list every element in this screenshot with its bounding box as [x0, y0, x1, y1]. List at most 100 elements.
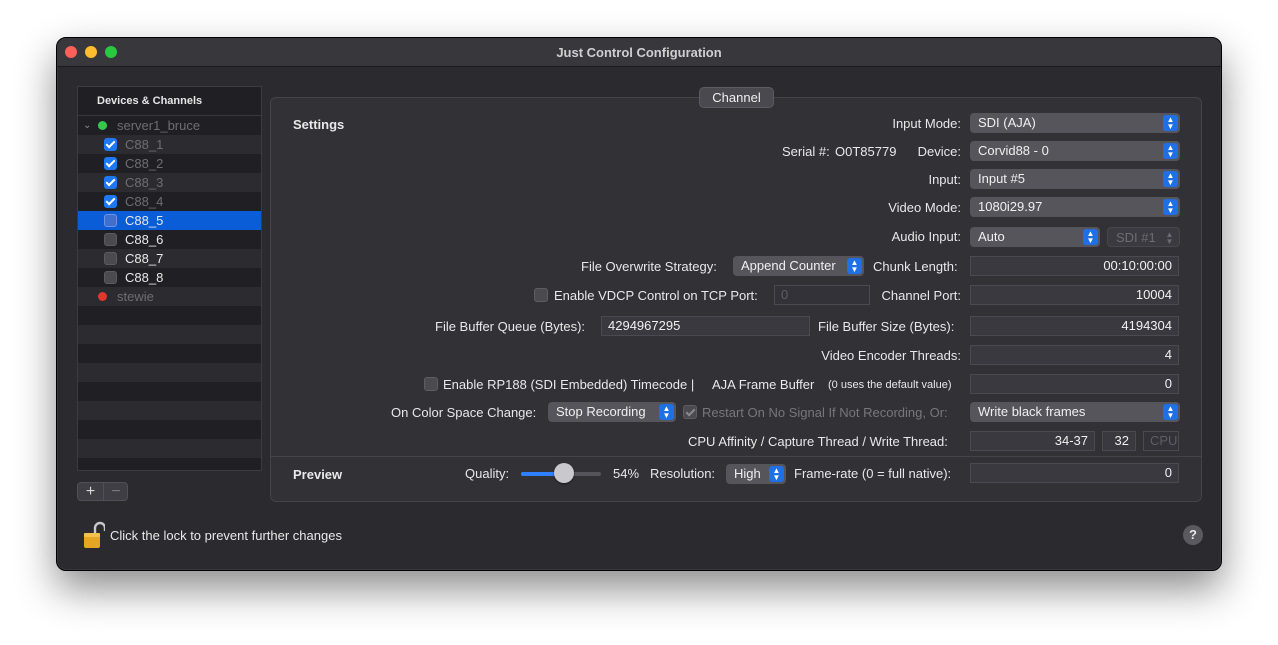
rp188-label: Enable RP188 (SDI Embedded) Timecode |	[443, 377, 695, 392]
video-mode-label: Video Mode:	[888, 200, 961, 215]
quality-value: 54%	[613, 466, 640, 481]
aja-frame-buffer-field[interactable]: 0	[970, 374, 1179, 394]
channel-enable-checkbox[interactable]	[104, 252, 117, 265]
chevron-updown-icon: ▲ ▼	[1163, 171, 1178, 187]
settings-section-title: Settings	[293, 117, 345, 132]
sidebar-item-c88-3[interactable]: C88_3	[78, 173, 261, 192]
remove-button[interactable]: −	[103, 483, 128, 500]
sidebar-item-stewie[interactable]: stewie	[78, 287, 261, 306]
empty-row	[78, 439, 261, 458]
sidebar-item-c88-2[interactable]: C88_2	[78, 154, 261, 173]
resolution-value: High	[734, 466, 761, 481]
video-mode-select[interactable]: 1080i29.97 ▲ ▼	[970, 197, 1180, 217]
write-thread-field[interactable]: CPU	[1143, 431, 1179, 451]
chevron-updown-icon: ▲ ▼	[1163, 199, 1178, 215]
capture-thread-field[interactable]: 32	[1102, 431, 1136, 451]
status-offline-icon	[98, 292, 107, 301]
lock-icon[interactable]	[83, 520, 105, 550]
chevron-down-icon[interactable]: ⌄	[83, 116, 91, 135]
video-encoder-threads-field[interactable]: 4	[970, 345, 1179, 365]
tab-channel[interactable]: Channel	[699, 87, 774, 108]
resolution-label: Resolution:	[650, 466, 716, 481]
input-mode-label: Input Mode:	[892, 116, 961, 131]
input-label: Input:	[928, 172, 961, 187]
cpu-affinity-field[interactable]: 34-37	[970, 431, 1095, 451]
channel-port-field[interactable]: 10004	[970, 285, 1179, 305]
no-signal-action-value: Write black frames	[978, 404, 1086, 419]
audio-input-label: Audio Input:	[891, 229, 961, 244]
chevron-updown-icon: ▲ ▼	[1163, 404, 1178, 420]
sidebar-item-c88-8[interactable]: C88_8	[78, 268, 261, 287]
chevron-updown-icon: ▲ ▼	[847, 258, 862, 274]
audio-input-select[interactable]: Auto ▲ ▼	[970, 227, 1100, 247]
help-button[interactable]: ?	[1183, 525, 1203, 545]
sidebar-item-c88-4[interactable]: C88_4	[78, 192, 261, 211]
cpu-affinity-label: CPU Affinity / Capture Thread / Write Th…	[688, 434, 948, 449]
color-space-select[interactable]: Stop Recording ▲ ▼	[548, 402, 676, 422]
status-online-icon	[98, 121, 107, 130]
sidebar-item-label: C88_1	[125, 137, 164, 152]
sidebar-item-server1[interactable]: ⌄ server1_bruce	[78, 116, 261, 135]
sidebar-item-c88-5[interactable]: C88_5	[78, 211, 261, 230]
empty-row	[78, 420, 261, 439]
frame-rate-field[interactable]: 0	[970, 463, 1179, 483]
sidebar-item-label: C88_8	[125, 270, 164, 285]
sidebar-item-label: C88_5	[125, 213, 164, 228]
empty-row	[78, 306, 261, 325]
sidebar-item-c88-1[interactable]: C88_1	[78, 135, 261, 154]
frame-rate-label: Frame-rate (0 = full native):	[794, 466, 952, 481]
sidebar-item-label: C88_7	[125, 251, 164, 266]
file-buffer-size-label: File Buffer Size (Bytes):	[818, 319, 955, 334]
sidebar-item-c88-7[interactable]: C88_7	[78, 249, 261, 268]
section-divider	[271, 456, 1201, 457]
preview-section-title: Preview	[293, 467, 343, 482]
vdcp-port-field[interactable]: 0	[774, 285, 870, 305]
empty-row	[78, 325, 261, 344]
lock-status-text: Click the lock to prevent further change…	[110, 528, 342, 543]
color-space-value: Stop Recording	[556, 404, 646, 419]
sidebar-item-label: C88_4	[125, 194, 164, 209]
sidebar-item-label: stewie	[117, 289, 154, 304]
devices-channels-list: Devices & Channels ⌄ server1_bruce C88_1…	[77, 86, 262, 471]
channel-enable-checkbox[interactable]	[104, 157, 117, 170]
device-select[interactable]: Corvid88 - 0 ▲ ▼	[970, 141, 1180, 161]
audio-input-value: Auto	[978, 229, 1005, 244]
file-buffer-queue-label: File Buffer Queue (Bytes):	[435, 319, 586, 334]
vdcp-checkbox[interactable]	[534, 288, 548, 302]
empty-row	[78, 363, 261, 382]
empty-row	[78, 401, 261, 420]
channel-enable-checkbox[interactable]	[104, 176, 117, 189]
input-value: Input #5	[978, 171, 1025, 186]
channel-enable-checkbox[interactable]	[104, 195, 117, 208]
add-button[interactable]: +	[78, 483, 103, 500]
resolution-select[interactable]: High ▲ ▼	[726, 464, 786, 484]
input-select[interactable]: Input #5 ▲ ▼	[970, 169, 1180, 189]
device-label: Device:	[917, 144, 961, 159]
window-title: Just Control Configuration	[556, 45, 722, 60]
channel-enable-checkbox[interactable]	[104, 214, 117, 227]
rp188-checkbox[interactable]	[424, 377, 438, 391]
file-overwrite-label: File Overwrite Strategy:	[581, 259, 717, 274]
config-window: Just Control Configuration Devices & Cha…	[56, 37, 1222, 571]
restart-no-signal-checkbox[interactable]	[683, 405, 697, 419]
file-buffer-queue-field[interactable]: 4294967295	[601, 316, 810, 336]
audio-channel-select[interactable]: SDI #1 ▲ ▼	[1107, 227, 1180, 247]
chevron-updown-icon: ▲ ▼	[1083, 229, 1098, 245]
chevron-updown-icon: ▲ ▼	[1163, 143, 1178, 159]
file-buffer-size-field[interactable]: 4194304	[970, 316, 1179, 336]
no-signal-action-select[interactable]: Write black frames ▲ ▼	[970, 402, 1180, 422]
chunk-length-field[interactable]: 00:10:00:00	[970, 256, 1179, 276]
channel-enable-checkbox[interactable]	[104, 138, 117, 151]
input-mode-select[interactable]: SDI (AJA) ▲ ▼	[970, 113, 1180, 133]
input-mode-value: SDI (AJA)	[978, 115, 1036, 130]
title-bar: Just Control Configuration	[57, 38, 1221, 67]
channel-enable-checkbox[interactable]	[104, 233, 117, 246]
file-overwrite-select[interactable]: Append Counter ▲ ▼	[733, 256, 864, 276]
chunk-length-label: Chunk Length:	[873, 259, 958, 274]
video-mode-value: 1080i29.97	[978, 199, 1043, 214]
channel-enable-checkbox[interactable]	[104, 271, 117, 284]
sidebar-header: Devices & Channels	[78, 87, 261, 116]
quality-label: Quality:	[465, 466, 510, 481]
sidebar-item-c88-6[interactable]: C88_6	[78, 230, 261, 249]
add-remove-control: + −	[77, 482, 128, 501]
